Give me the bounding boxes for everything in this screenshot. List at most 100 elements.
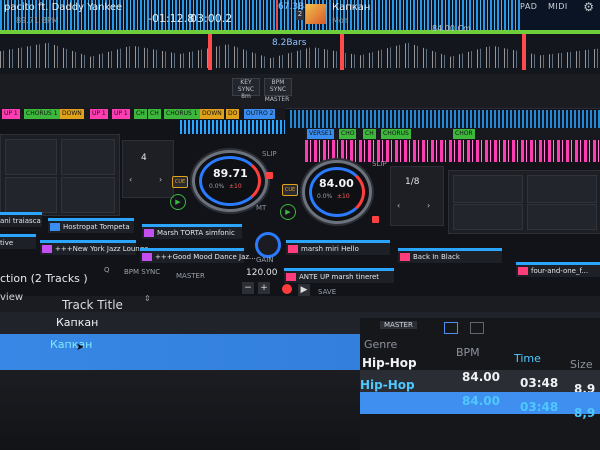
deck-a-pitch-range: ±10 — [229, 183, 242, 190]
deck-b-pitch: 0.0% — [317, 193, 333, 200]
view-label[interactable]: view — [0, 292, 23, 303]
sample-label: four-and-one_f... — [531, 267, 589, 275]
deck-a-jog-wheel[interactable]: 89.71 0.0% ±10 — [192, 150, 268, 212]
sample-slot[interactable]: Marsh TORTA simfonic — [142, 224, 242, 239]
loop-size: 1/8 — [405, 177, 420, 187]
pad[interactable] — [5, 139, 57, 175]
column-header-bpm[interactable]: BPM — [456, 346, 480, 359]
bpm-cell: 84.00 — [462, 370, 500, 384]
quantize-button[interactable]: Q — [104, 266, 110, 274]
sample-color — [42, 245, 52, 253]
gain-label: GAIN — [256, 256, 274, 264]
sample-slot[interactable]: Hostropat Tompeta — [48, 218, 134, 233]
cue-point-label[interactable]: CH — [363, 129, 376, 139]
bars-position-label-2: 8.2Bars — [272, 38, 307, 48]
pad[interactable] — [527, 204, 597, 230]
genre-cell: Hip-Hop — [360, 378, 415, 392]
master-label-mixer[interactable]: MASTER — [176, 272, 205, 280]
deck-a-time-remaining: -01:12.8 — [148, 12, 195, 25]
deck-b-cue-strip[interactable]: VERSE1 CHO CH CHORUS CHOR — [305, 128, 600, 140]
bpm-sync-label: BPM SYNC — [269, 79, 287, 93]
cue-point-label[interactable]: CHOR — [453, 129, 475, 139]
deck-a-bpm: 89.71 BPM — [16, 16, 59, 25]
arrow-left-icon[interactable]: ‹ — [129, 175, 132, 184]
cue-point-label[interactable]: DOWN — [200, 109, 224, 119]
bpm-plus-button[interactable]: + — [258, 282, 270, 294]
deck-b-bpm: 84.00 Cm — [432, 24, 471, 33]
deck-a-play-button[interactable]: ▶ — [170, 194, 186, 210]
deck-a-slip-label[interactable]: SLIP — [262, 150, 277, 158]
sample-label: Hostropat Tompeta — [63, 223, 130, 231]
arrow-right-icon[interactable]: › — [427, 201, 430, 210]
save-button[interactable]: SAVE — [318, 288, 336, 296]
gear-icon[interactable]: ⚙ — [583, 0, 594, 14]
sample-slot[interactable]: +++Good Mood Dance Jaz... — [140, 248, 256, 263]
master-tempo-label[interactable]: MT — [256, 204, 266, 212]
master-dropdown[interactable]: MASTER — [380, 321, 417, 329]
deck-a-cue-button[interactable]: CUE — [172, 176, 188, 188]
arrow-right-icon[interactable]: › — [159, 175, 162, 184]
record-button[interactable] — [282, 284, 292, 294]
column-header-genre[interactable]: Genre — [364, 338, 397, 351]
gain-knob[interactable] — [255, 232, 281, 258]
cue-point-label[interactable]: CHO — [339, 129, 357, 139]
zoomed-waveform[interactable] — [0, 30, 600, 74]
bpm-sync-label-mixer[interactable]: BPM SYNC — [124, 268, 160, 276]
time-cell: 03:48 — [520, 400, 559, 414]
deck-b-jog-wheel[interactable]: 84.00 0.0% ±10 — [302, 160, 372, 224]
cue-point-label[interactable]: CH — [148, 109, 161, 119]
sample-slot[interactable]: four-and-one_f... — [516, 262, 600, 277]
sample-label: tive — [0, 239, 14, 247]
arrow-left-icon[interactable]: ‹ — [397, 201, 400, 210]
bpm-sync-button[interactable]: BPM SYNC — [264, 78, 292, 96]
pad[interactable] — [453, 204, 523, 230]
pad[interactable] — [527, 175, 597, 203]
deck-a-cue-strip[interactable]: UP 1 CHORUS 1 DOWN UP 1 UP 1 CH CH CHORUS 1 DOWN… — [0, 108, 285, 120]
pad[interactable] — [453, 175, 523, 203]
list-view-icon[interactable] — [444, 322, 458, 334]
loop-size: 4 — [141, 153, 147, 163]
sample-label: ani traiasca — [0, 217, 41, 225]
bpm-minus-button[interactable]: − — [242, 282, 254, 294]
cue-point-label[interactable]: VERSE1 — [307, 129, 335, 139]
cue-point-label[interactable]: CHORUS 1 — [24, 109, 60, 119]
sample-slot[interactable]: Back In Black — [398, 248, 502, 263]
cue-point-label[interactable]: UP 1 — [2, 109, 20, 119]
cue-point-label[interactable]: CHORUS 1 — [164, 109, 200, 119]
sample-slot[interactable]: ANTE UP marsh tineret — [284, 268, 394, 283]
sample-slot[interactable]: marsh miri Hello — [286, 240, 390, 255]
deck-b-track-title: Капкан — [332, 2, 371, 13]
cue-point-label[interactable]: DOWN — [60, 109, 84, 119]
deck-b-cover-art — [306, 4, 326, 24]
play-sample-button[interactable]: ▶ — [298, 284, 310, 296]
deck-b-artist: Мот — [332, 16, 349, 25]
sample-slot[interactable]: ani traiasca — [0, 212, 42, 227]
pad-menu-tab[interactable]: PAD — [520, 2, 537, 11]
deck-b-slip-label[interactable]: SLIP — [372, 160, 387, 168]
sort-icon[interactable]: ⇕ — [144, 294, 151, 303]
deck-b-cue-button[interactable]: CUE — [282, 184, 298, 196]
deck-b-play-button[interactable]: ▶ — [280, 204, 296, 220]
column-header-time[interactable]: Time — [514, 352, 541, 365]
pad[interactable] — [61, 177, 115, 213]
cue-point-label[interactable]: OUTRO 2 — [244, 109, 276, 119]
cue-point-label[interactable]: CHORUS — [381, 129, 411, 139]
cue-point-label[interactable]: CH — [134, 109, 147, 119]
column-header-track-title[interactable]: Track Title — [62, 298, 123, 312]
master-button[interactable]: MASTER — [262, 96, 292, 104]
cue-point-label[interactable]: UP 1 — [112, 109, 130, 119]
cue-point-label[interactable]: DO — [226, 109, 240, 119]
time-cell: 03:48 — [520, 376, 559, 390]
grid-view-icon[interactable] — [470, 322, 484, 334]
key-value: 8m — [241, 93, 251, 100]
sample-slot[interactable]: +++New York Jazz Lounge... — [40, 240, 155, 255]
collection-title: ction (2 Tracks ) — [0, 272, 88, 285]
sample-color — [286, 273, 296, 281]
pad[interactable] — [5, 177, 57, 213]
cue-point-label[interactable]: UP 1 — [90, 109, 108, 119]
key-sync-button[interactable]: KEY SYNC 8m — [232, 78, 260, 100]
deck-a-mini-waveform — [180, 120, 285, 134]
sample-slot[interactable]: tive — [0, 234, 36, 249]
pad[interactable] — [61, 139, 115, 175]
midi-menu-tab[interactable]: MIDI — [548, 2, 568, 11]
